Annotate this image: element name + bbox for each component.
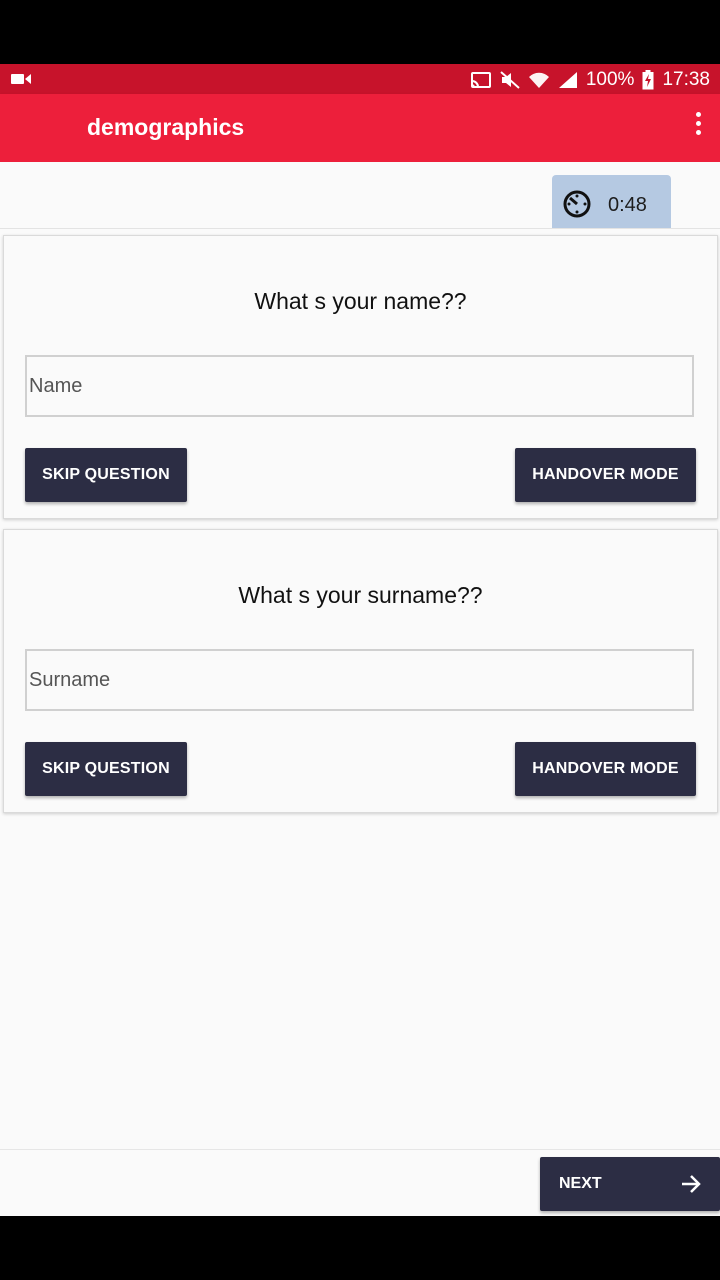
top-black-bar xyxy=(0,0,720,64)
next-label: NEXT xyxy=(559,1175,602,1192)
question-text: What s your name?? xyxy=(254,288,467,314)
app-bar: demographics xyxy=(0,94,720,162)
content-area: 0:48 What s your name?? SKIP QUESTION HA… xyxy=(0,162,720,1216)
timer-value: 0:48 xyxy=(608,194,647,216)
app-title: demographics xyxy=(87,114,245,140)
surname-input[interactable] xyxy=(25,649,694,711)
handover-mode-button[interactable]: HANDOVER MODE xyxy=(515,448,696,502)
mute-icon xyxy=(500,71,520,89)
arrow-right-icon xyxy=(680,1173,702,1200)
skip-question-button[interactable]: SKIP QUESTION xyxy=(25,742,187,796)
wifi-icon xyxy=(528,71,550,89)
cast-icon xyxy=(470,71,492,89)
timer-chip: 0:48 xyxy=(552,175,671,228)
status-bar: 100% 17:38 xyxy=(0,64,720,94)
question-card-name: What s your name?? SKIP QUESTION HANDOVE… xyxy=(3,235,718,519)
skip-question-button[interactable]: SKIP QUESTION xyxy=(25,448,187,502)
next-button[interactable]: NEXT xyxy=(540,1157,720,1211)
question-card-surname: What s your surname?? SKIP QUESTION HAND… xyxy=(3,529,718,813)
signal-icon xyxy=(558,71,578,89)
timer-icon xyxy=(562,188,592,223)
battery-percent: 100% xyxy=(585,69,635,90)
timer-strip: 0:48 xyxy=(0,162,720,229)
handover-mode-button[interactable]: HANDOVER MODE xyxy=(515,742,696,796)
video-camera-icon xyxy=(10,71,32,93)
question-text: What s your surname?? xyxy=(238,582,483,608)
more-vert-icon[interactable] xyxy=(686,112,710,140)
battery-charging-icon xyxy=(642,70,654,90)
bottom-divider xyxy=(0,1149,720,1150)
name-input[interactable] xyxy=(25,355,694,417)
bottom-black-bar xyxy=(0,1216,720,1280)
status-time: 17:38 xyxy=(662,69,710,90)
